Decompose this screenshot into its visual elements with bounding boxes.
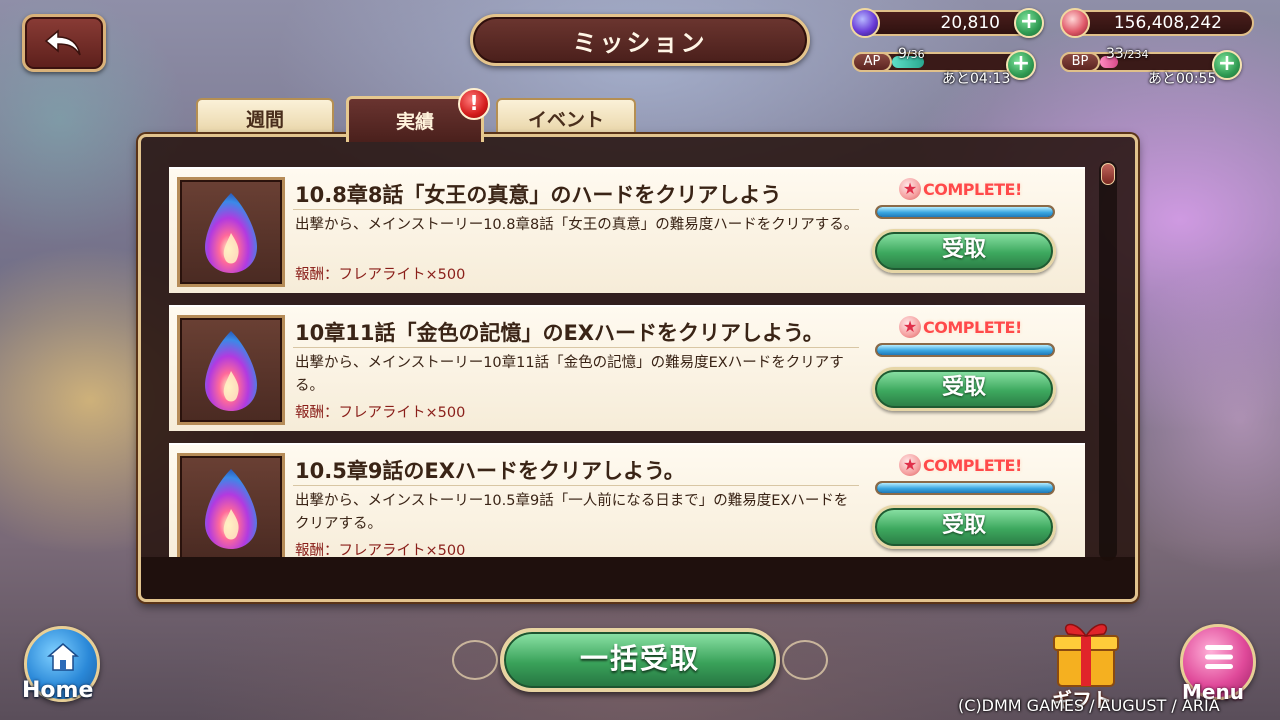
reward-thumbnail — [177, 453, 285, 557]
progress-fill — [877, 345, 1053, 355]
progress-bar — [875, 481, 1055, 495]
mission-description: 出撃から、メインストーリー10.8章8話「女王の真意」の難易度ハードをクリアする… — [295, 217, 859, 233]
bp-value: 33/234 — [1106, 46, 1149, 62]
mission-title: 10章11話「金色の記憶」のEXハードをクリアしよう。 — [295, 321, 824, 345]
gem-add-button[interactable]: + — [1014, 8, 1044, 38]
ap-timer: あと04:13 — [942, 71, 1011, 87]
house-icon — [47, 643, 79, 671]
mission-reward: 報酬：フレアライト×500 — [295, 405, 466, 421]
bp-timer: あと00:55 — [1148, 71, 1217, 87]
progress-fill — [877, 483, 1053, 493]
bp-label: BP — [1060, 52, 1100, 72]
divider — [293, 347, 859, 348]
mission-item: 10章11話「金色の記憶」のEXハードをクリアしよう。 出撃から、メインストーリ… — [169, 305, 1085, 431]
mission-description: 出撃から、メインストーリー10章11話「金色の記憶」の難易度EXハードをクリアす… — [295, 355, 844, 394]
progress-bar — [875, 205, 1055, 219]
reward-thumbnail — [177, 315, 285, 425]
star-icon: ★ — [899, 316, 921, 338]
ornament-left — [452, 640, 498, 680]
flame-egg-icon — [205, 469, 257, 549]
mission-panel: 10.8章8話「女王の真意」のハードをクリアしよう 出撃から、メインストーリー1… — [138, 134, 1138, 602]
bulk-claim-button[interactable]: 一括受取 — [500, 628, 780, 692]
complete-label: ★ COMPLETE! — [899, 315, 1059, 339]
ap-value: 9/36 — [898, 46, 925, 62]
complete-label: ★ COMPLETE! — [899, 453, 1059, 477]
page-title: ミッション — [470, 14, 810, 66]
mission-reward: 報酬：フレアライト×500 — [295, 267, 466, 283]
hamburger-menu-icon — [1205, 645, 1233, 669]
gem-value: 20,810 — [940, 13, 1000, 33]
gem-icon — [850, 8, 880, 38]
tab-event[interactable]: イベント — [496, 98, 636, 136]
ap-label: AP — [852, 52, 892, 72]
star-icon: ★ — [899, 454, 921, 476]
star-icon: ★ — [899, 178, 921, 200]
bp-add-button[interactable]: + — [1212, 50, 1242, 80]
reward-thumbnail — [177, 177, 285, 287]
progress-bar — [875, 343, 1055, 357]
ornament-right — [782, 640, 828, 680]
ap-add-button[interactable]: + — [1006, 50, 1036, 80]
scroll-thumb[interactable] — [1101, 163, 1115, 185]
divider — [293, 485, 859, 486]
complete-label: ★ COMPLETE! — [899, 177, 1059, 201]
coin-icon — [1060, 8, 1090, 38]
claim-button[interactable]: 受取 — [872, 505, 1056, 549]
divider — [293, 209, 859, 210]
mission-title: 10.8章8話「女王の真意」のハードをクリアしよう — [295, 183, 782, 207]
flame-egg-icon — [205, 193, 257, 273]
mission-description: 出撃から、メインストーリー10.5章9話「一人前になる日まで」の難易度EXハード… — [295, 493, 849, 532]
gift-box-icon — [1053, 623, 1119, 687]
scrollbar[interactable] — [1099, 161, 1117, 561]
panel-footer — [141, 557, 1135, 599]
mission-title: 10.5章9話のEXハードをクリアしよう。 — [295, 459, 685, 483]
gem-counter: 20,810 + — [850, 8, 1044, 38]
complete-text: COMPLETE! — [923, 317, 1022, 337]
claim-button[interactable]: 受取 — [872, 367, 1056, 411]
mission-reward: 報酬：フレアライト×500 — [295, 543, 466, 557]
alert-badge: ! — [458, 88, 490, 120]
complete-text: COMPLETE! — [923, 455, 1022, 475]
claim-button[interactable]: 受取 — [872, 229, 1056, 273]
flame-egg-icon — [205, 331, 257, 411]
progress-fill — [877, 207, 1053, 217]
copyright-notice: (C)DMM GAMES / AUGUST / ARIA — [958, 696, 1220, 715]
mission-list[interactable]: 10.8章8話「女王の真意」のハードをクリアしよう 出撃から、メインストーリー1… — [169, 165, 1085, 557]
mission-item: 10.8章8話「女王の真意」のハードをクリアしよう 出撃から、メインストーリー1… — [169, 167, 1085, 293]
complete-text: COMPLETE! — [923, 179, 1022, 199]
coin-value: 156,408,242 — [1113, 13, 1222, 33]
mission-item: 10.5章9話のEXハードをクリアしよう。 出撃から、メインストーリー10.5章… — [169, 443, 1085, 557]
coin-counter: 156,408,242 — [1060, 8, 1254, 38]
tab-weekly[interactable]: 週間 — [196, 98, 334, 136]
home-label: Home — [22, 678, 94, 703]
back-arrow-icon — [44, 29, 81, 56]
back-button[interactable] — [22, 14, 106, 72]
